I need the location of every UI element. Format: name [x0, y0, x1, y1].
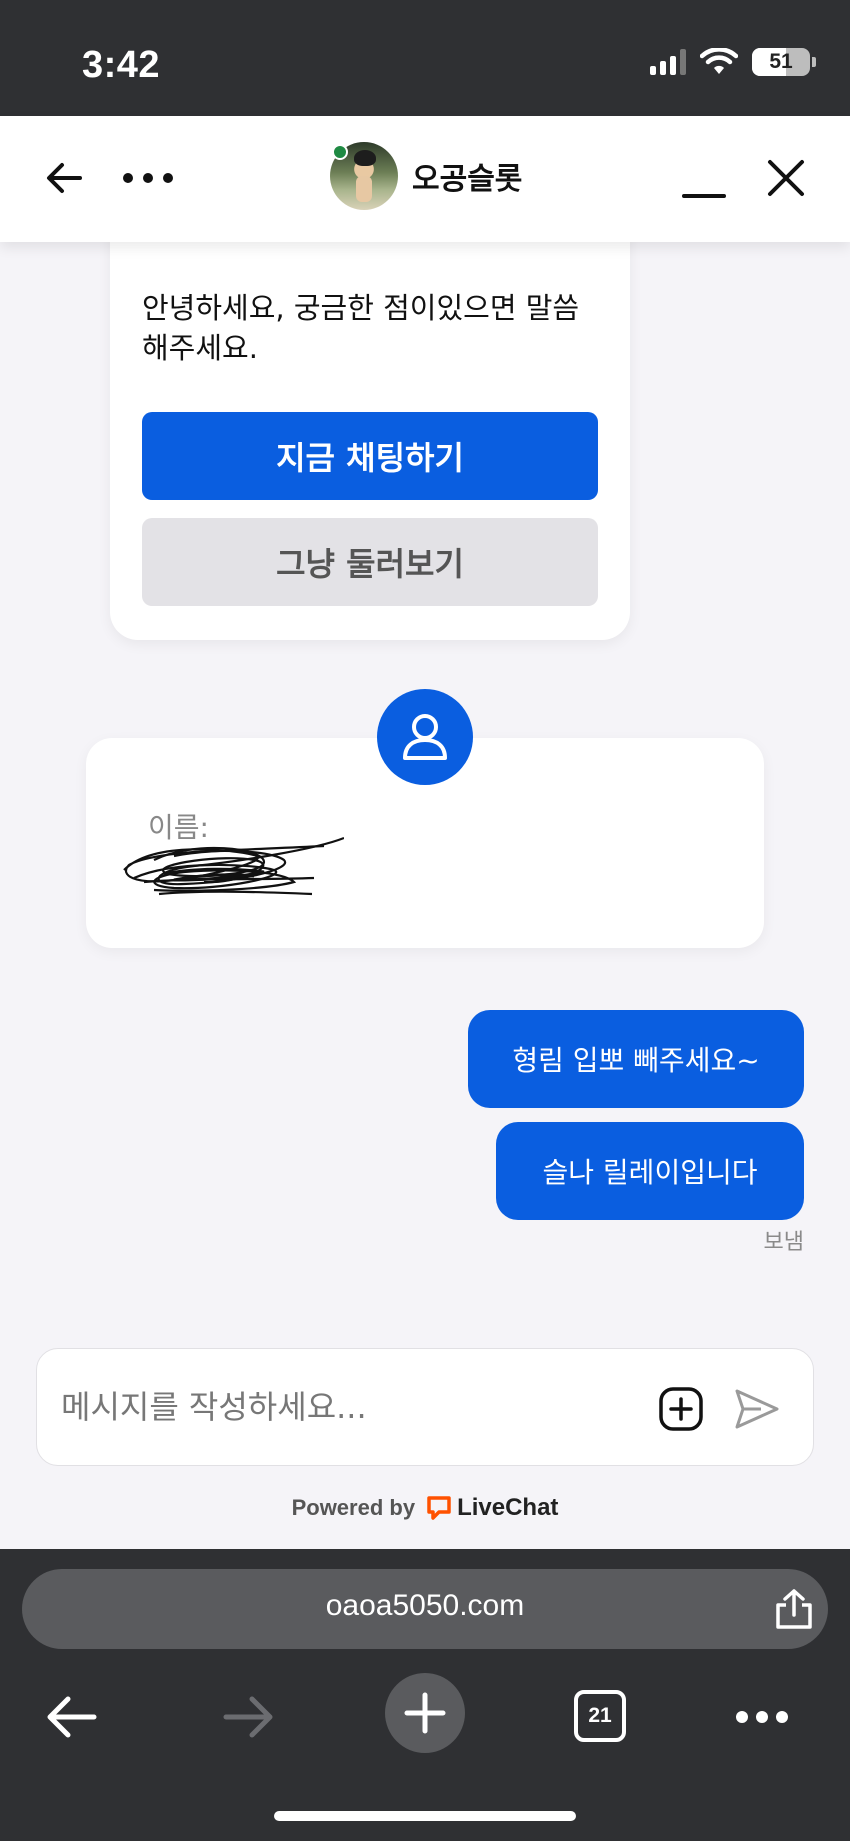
browser-forward-icon[interactable] — [220, 1689, 276, 1745]
status-icons: 51 — [650, 48, 816, 76]
agent-name: 오공슬롯 — [412, 162, 523, 197]
browser-back-icon[interactable] — [44, 1689, 100, 1745]
browser-more-icon[interactable] — [732, 1697, 792, 1737]
cellular-signal-icon — [650, 49, 686, 75]
agent-info: 오공슬롯 — [330, 142, 522, 210]
new-tab-button[interactable] — [385, 1673, 465, 1753]
livechat-logo[interactable]: LiveChat — [425, 1494, 558, 1522]
plus-icon — [404, 1692, 446, 1734]
more-options-icon[interactable] — [120, 156, 176, 200]
redaction-scribble — [123, 836, 344, 896]
user-icon — [377, 689, 473, 785]
browse-button[interactable]: 그냥 둘러보기 — [142, 518, 598, 606]
welcome-card: 안녕하세요, 궁금한 점이있으면 말씀해주세요. 지금 채팅하기 그냥 둘러보기 — [110, 200, 630, 640]
online-status-dot — [332, 144, 348, 160]
livechat-brand-text: LiveChat — [457, 1494, 559, 1521]
share-icon[interactable] — [772, 1587, 816, 1631]
wifi-icon — [700, 48, 738, 74]
greeting-message: 안녕하세요, 궁금한 점이있으면 말씀해주세요. — [142, 291, 580, 365]
status-time: 3:42 — [82, 44, 161, 86]
powered-by-footer: Powered by LiveChat — [0, 1494, 850, 1522]
chat-now-button[interactable]: 지금 채팅하기 — [142, 412, 598, 500]
attach-plus-icon[interactable] — [657, 1385, 705, 1433]
message-composer — [36, 1348, 814, 1466]
message-bubble: 슬나 릴레이입니다 — [496, 1122, 804, 1220]
battery-level: 51 — [769, 50, 793, 73]
tab-switcher-button[interactable]: 21 — [574, 1690, 626, 1742]
home-indicator[interactable] — [274, 1811, 576, 1821]
browser-toolbar: oaoa5050.com 21 — [0, 1549, 850, 1841]
message-bubble: 형림 입뽀 빼주세요~ — [468, 1010, 804, 1108]
send-icon[interactable] — [733, 1385, 781, 1433]
message-input[interactable] — [61, 1379, 621, 1435]
livechat-bubble-icon — [427, 1496, 451, 1520]
powered-by-text: Powered by — [291, 1495, 416, 1520]
battery-icon: 51 — [752, 48, 816, 76]
delivery-status: 보냄 — [763, 1230, 804, 1255]
address-bar[interactable]: oaoa5050.com — [22, 1569, 828, 1649]
back-arrow-icon[interactable] — [42, 156, 86, 200]
minimize-icon[interactable] — [682, 156, 726, 200]
status-bar: 3:42 51 — [0, 0, 850, 116]
agent-avatar — [330, 142, 398, 210]
person-icon — [403, 714, 447, 760]
close-icon[interactable] — [764, 156, 808, 200]
url-text: oaoa5050.com — [325, 1589, 525, 1622]
chat-header: 오공슬롯 — [0, 116, 850, 242]
